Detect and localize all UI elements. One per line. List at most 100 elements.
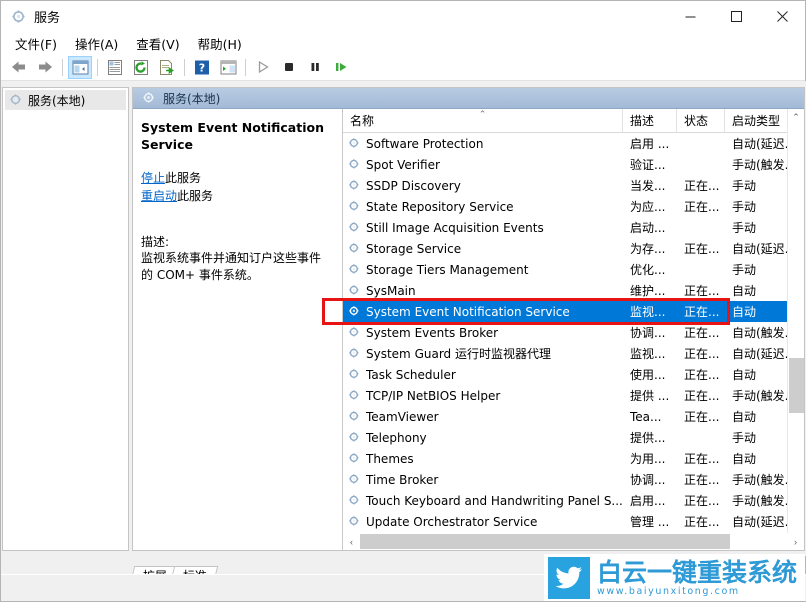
cell-startup-type-label: 自动 [732,303,756,320]
export-list-icon[interactable] [155,56,179,79]
service-details-panel: System Event Notification Service 停止此服务 … [133,109,343,550]
cell-description: 监视... [623,345,677,362]
description-label: 描述: [141,233,332,250]
cell-service-name: Time Broker [343,473,623,487]
show-action-pane-icon[interactable] [216,56,240,79]
forward-icon[interactable] [33,56,57,79]
minimize-button[interactable] [667,1,713,32]
cell-startup-type-label: 自动 [732,450,756,467]
cell-description-label: 监视... [630,345,665,362]
table-row[interactable]: Storage Tiers Management优化...手动 [343,259,804,280]
cell-status: 正在... [677,513,725,530]
back-icon[interactable] [7,56,31,79]
cell-description-label: 为存... [630,240,665,257]
scroll-left-button[interactable]: ‹ [343,537,360,547]
column-status[interactable]: 状态 [677,109,725,132]
table-row[interactable]: Task Scheduler使用...正在...自动 [343,364,804,385]
column-description-label: 描述 [630,112,654,129]
stop-service-icon[interactable] [277,56,301,79]
cell-startup-type: 自动 [725,282,788,299]
refresh-icon[interactable] [129,56,153,79]
table-row[interactable]: System Events Broker协调...正在...自动(触发... [343,322,804,343]
table-row[interactable]: Telephony提供...手动 [343,427,804,448]
table-row[interactable]: TeamViewerTea...正在...自动 [343,406,804,427]
maximize-button[interactable] [713,1,759,32]
service-name-label: System Event Notification Service [366,305,570,319]
menu-file[interactable]: 文件(F) [6,32,66,55]
cell-description-label: 监视... [630,303,665,320]
table-row[interactable]: Touch Keyboard and Handwriting Panel S..… [343,490,804,511]
toolbar-separator [184,59,185,76]
menu-action[interactable]: 操作(A) [66,32,127,55]
cell-status: 正在... [677,387,725,404]
services-gear-icon [348,221,361,234]
close-button[interactable] [759,1,805,32]
column-name[interactable]: 名称⌃ [343,109,623,132]
menu-view[interactable]: 查看(V) [127,32,188,55]
vertical-scroll-track[interactable] [788,126,804,533]
cell-startup-type-label: 手动(触发... [732,492,788,509]
cell-startup-type-label: 手动(触发... [732,156,788,173]
results-pane-header: 服务(本地) [133,88,804,109]
cell-startup-type: 自动(延迟... [725,513,788,530]
table-row[interactable]: Still Image Acquisition Events启动...手动 [343,217,804,238]
stop-service-link[interactable]: 停止 [141,171,165,185]
table-row[interactable]: Storage Service为存...正在...自动(延迟... [343,238,804,259]
menu-help[interactable]: 帮助(H) [189,32,251,55]
tree-node-services-local[interactable]: 服务(本地) [5,90,126,110]
scroll-up-button[interactable]: ⌃ [788,109,804,126]
cell-description: 提供... [623,429,677,446]
table-row[interactable]: System Event Notification Service 监视... 正在… [343,301,804,322]
restart-service-icon[interactable] [329,56,353,79]
services-gear-icon [10,8,27,25]
cell-description-label: 协调... [630,471,665,488]
cell-description-label: 优化... [630,261,665,278]
column-description[interactable]: 描述 [623,109,677,132]
service-name-label: SysMain [366,284,416,298]
service-name-label: Telephony [366,431,427,445]
service-name-label: Still Image Acquisition Events [366,221,544,235]
cell-startup-type: 手动(触发... [725,471,788,488]
cell-startup-type-label: 手动(触发... [732,387,788,404]
stop-service-link-tail: 此服务 [165,171,201,185]
table-row[interactable]: Spot Verifier验证...手动(触发... [343,154,804,175]
cell-startup-type-label: 自动(延迟... [732,135,788,152]
cell-description: 优化... [623,261,677,278]
watermark-text: 白云一键重装系统 www.baiyunxitong.com [597,559,797,597]
table-row[interactable]: TCP/IP NetBIOS Helper提供 ...正在...手动(触发... [343,385,804,406]
services-gear-icon [348,494,361,507]
cell-service-name: Touch Keyboard and Handwriting Panel S..… [343,494,623,508]
table-row[interactable]: Time Broker协调...正在...手动(触发... [343,469,804,490]
scroll-right-button[interactable]: › [787,537,804,547]
column-startup-type[interactable]: 启动类型 [725,109,788,132]
table-row[interactable]: State Repository Service为应...正在...手动 [343,196,804,217]
restart-service-link[interactable]: 重启动 [141,189,177,203]
pause-service-icon[interactable] [303,56,327,79]
services-gear-icon [142,91,156,105]
table-row[interactable]: Update Orchestrator Service管理 ...正在...自动… [343,511,804,532]
properties-icon[interactable] [103,56,127,79]
cell-startup-type: 自动 [725,303,788,320]
start-service-icon[interactable] [251,56,275,79]
service-title: System Event Notification Service [141,119,332,153]
table-row[interactable]: SysMain维护...正在...自动 [343,280,804,301]
table-row[interactable]: Themes为用...正在...自动 [343,448,804,469]
cell-status-label: 正在... [684,240,719,257]
table-row[interactable]: SSDP Discovery当发...正在...手动 [343,175,804,196]
help-icon[interactable]: ? [190,56,214,79]
horizontal-scroll-track[interactable] [360,534,787,549]
table-row[interactable]: System Guard 运行时监视器代理监视...正在...自动(延迟... [343,343,804,364]
cell-description-label: 使用... [630,366,665,383]
table-row[interactable]: Software Protection启用 ...自动(延迟... [343,133,804,154]
horizontal-scroll-thumb[interactable] [360,534,730,549]
cell-status: 正在... [677,303,725,320]
cell-status-label: 正在... [684,198,719,215]
service-name-label: Spot Verifier [366,158,440,172]
vertical-scrollbar[interactable]: ⌃ ⌄ [787,109,804,550]
cell-startup-type: 手动 [725,261,788,278]
show-hide-tree-icon[interactable] [68,56,92,79]
results-pane: 服务(本地) System Event Notification Service… [132,87,805,551]
horizontal-scrollbar[interactable]: ‹ › [343,533,804,550]
vertical-scroll-thumb[interactable] [789,358,804,413]
cell-description-label: 协调... [630,324,665,341]
